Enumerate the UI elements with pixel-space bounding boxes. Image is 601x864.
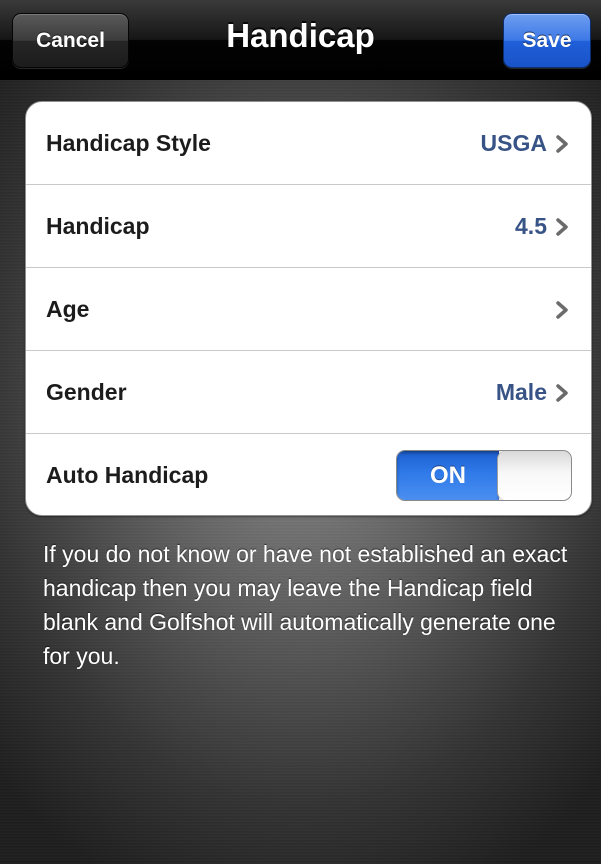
settings-table: Handicap Style USGA Handicap 4.5 Age Gen… — [25, 101, 592, 516]
save-button[interactable]: Save — [503, 13, 591, 68]
chevron-right-icon — [556, 135, 568, 153]
toggle-knob[interactable] — [497, 451, 571, 500]
handicap-row[interactable]: Handicap 4.5 — [26, 185, 591, 268]
chevron-right-icon — [556, 218, 568, 236]
auto-handicap-row: Auto Handicap ON — [26, 434, 591, 515]
row-label: Age — [46, 296, 90, 322]
age-row[interactable]: Age — [26, 268, 591, 351]
cancel-button[interactable]: Cancel — [12, 13, 129, 68]
row-value: 4.5 — [515, 213, 547, 239]
toggle-on-label: ON — [397, 451, 499, 500]
row-label: Gender — [46, 379, 127, 405]
page-title: Handicap — [226, 17, 375, 54]
handicap-style-row[interactable]: Handicap Style USGA — [26, 102, 591, 185]
row-label: Auto Handicap — [46, 462, 209, 488]
row-value: USGA — [480, 130, 547, 156]
chevron-right-icon — [556, 301, 568, 319]
footer-help-text: If you do not know or have not establish… — [43, 541, 568, 669]
row-label: Handicap — [46, 213, 150, 239]
navigation-bar: Cancel Handicap Save — [0, 0, 601, 80]
chevron-right-icon — [556, 384, 568, 402]
row-value: Male — [495, 379, 547, 405]
auto-handicap-toggle[interactable]: ON — [396, 450, 572, 501]
gender-row[interactable]: Gender Male — [26, 351, 591, 434]
row-label: Handicap Style — [46, 130, 211, 156]
